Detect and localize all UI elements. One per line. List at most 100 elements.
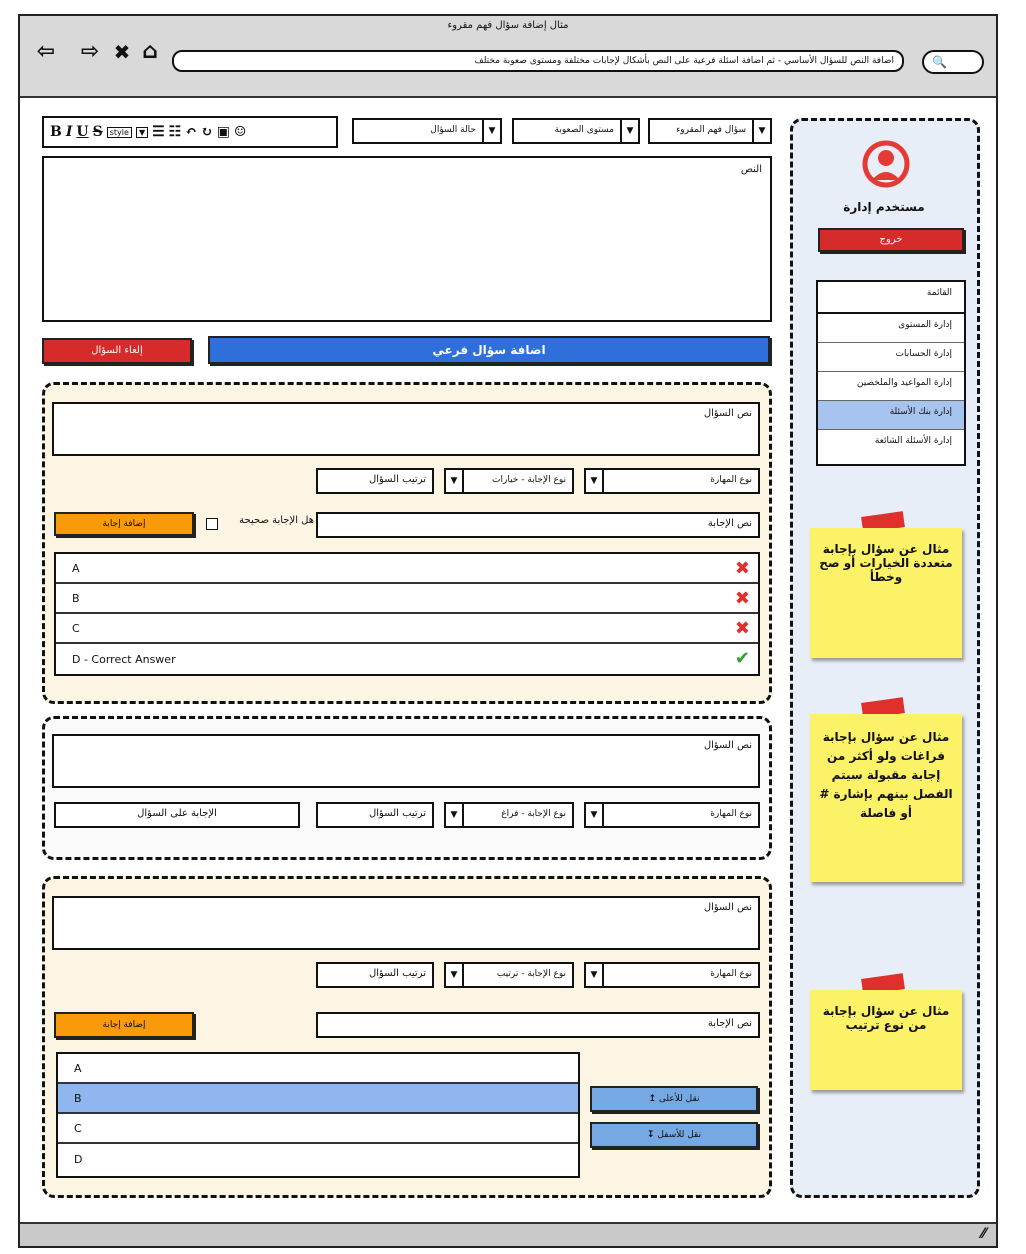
answer-type-value: نوع الإجابة - فراغ — [501, 809, 566, 819]
chevron-down-icon: ▼ — [446, 804, 464, 826]
is-correct-label: هل الإجابة صحيحة — [239, 515, 314, 526]
question-order-label: ترتيب السؤال — [368, 808, 426, 819]
home-icon[interactable]: ⌂ — [138, 40, 162, 64]
undo-icon[interactable]: ↶ — [185, 124, 197, 140]
skill-type-select[interactable]: ▼ نوع المهارة — [584, 468, 760, 494]
forward-icon[interactable]: ⇨ — [78, 40, 102, 64]
list-item[interactable]: D - Correct Answer ✔ — [56, 644, 758, 674]
window-title: مثال إضافة سؤال فهم مقروء — [447, 20, 569, 31]
question-state-value: حالة السؤال — [430, 125, 476, 135]
answer-label: C — [72, 621, 80, 635]
question-type-select[interactable]: سؤال فهم المقروء ▼ — [648, 118, 772, 144]
difficulty-value: مستوى الصعوبة — [554, 125, 615, 135]
move-down-button[interactable]: نقل للأسفل ↧ — [590, 1122, 758, 1148]
question-order-input[interactable]: ترتيب السؤال — [316, 962, 434, 988]
bullet-list-icon[interactable]: ☰ — [152, 124, 165, 140]
sidebar-item-levels[interactable]: إدارة المستوى — [818, 314, 964, 343]
answer-type-select[interactable]: ▼ نوع الإجابة - خيارات — [444, 468, 574, 494]
style-select[interactable]: style — [106, 126, 132, 138]
item-label: A — [74, 1061, 82, 1075]
address-bar[interactable]: اضافة النص للسؤال الأساسي - ثم اضافة اسئ… — [172, 50, 904, 72]
answer-text-input[interactable]: نص الإجابة — [316, 1012, 760, 1038]
underline-button[interactable]: U — [76, 124, 88, 140]
answer-text-input[interactable]: نص الإجابة — [316, 512, 760, 538]
answer-input-label: الإجابة على السؤال — [137, 808, 217, 819]
strikethrough-button[interactable]: S — [93, 124, 103, 140]
answer-type-select[interactable]: ▼ نوع الإجابة - ترتيب — [444, 962, 574, 988]
delete-icon[interactable]: ✖ — [735, 618, 750, 639]
close-icon[interactable]: ✖ — [110, 40, 134, 64]
back-icon[interactable]: ⇦ — [34, 40, 58, 64]
emoji-icon[interactable]: ☺ — [234, 124, 247, 140]
answer-label: D - Correct Answer — [72, 652, 176, 666]
list-item-selected[interactable]: B — [58, 1084, 578, 1114]
answer-label: B — [72, 591, 80, 605]
passage-textarea[interactable]: النص — [42, 156, 772, 322]
sidebar-item-question-bank[interactable]: إدارة بنك الأسئلة — [818, 401, 964, 430]
skill-type-value: نوع المهارة — [710, 809, 752, 819]
item-label: B — [74, 1091, 82, 1105]
chevron-down-icon: ▼ — [586, 804, 604, 826]
list-item[interactable]: A — [58, 1054, 578, 1084]
search-icon[interactable]: 🔍 — [922, 50, 984, 74]
arrow-up-icon: ↥ — [648, 1094, 656, 1104]
question-order-input[interactable]: ترتيب السؤال — [316, 468, 434, 494]
sidebar-item-accounts[interactable]: إدارة الحسابات — [818, 343, 964, 372]
add-answer-button[interactable]: إضافة إجابة — [54, 1012, 194, 1038]
skill-type-value: نوع المهارة — [710, 969, 752, 979]
answer-type-select[interactable]: ▼ نوع الإجابة - فراغ — [444, 802, 574, 828]
note-mcq: مثال عن سؤال بإجابة متعددة الخيارات أو ص… — [810, 528, 962, 658]
add-answer-button[interactable]: إضافة إجابة — [54, 512, 194, 536]
resize-grip-icon[interactable]: ⁄⁄ — [981, 1226, 986, 1242]
chevron-down-icon: ▼ — [446, 470, 464, 492]
correct-answer-checkbox[interactable] — [206, 518, 218, 530]
numbered-list-icon[interactable]: ☷ — [169, 124, 182, 140]
redo-icon[interactable]: ↻ — [201, 124, 213, 140]
note-blank: مثال عن سؤال بإجابة فراغات ولو أكثر من إ… — [810, 714, 962, 882]
delete-icon[interactable]: ✖ — [735, 558, 750, 579]
image-icon[interactable]: ▣ — [217, 124, 230, 140]
skill-type-select[interactable]: ▼ نوع المهارة — [584, 802, 760, 828]
answer-text-label: نص الإجابة — [707, 1018, 752, 1029]
skill-type-select[interactable]: ▼ نوع المهارة — [584, 962, 760, 988]
check-icon[interactable]: ✔ — [735, 648, 750, 669]
list-item[interactable]: A ✖ — [56, 554, 758, 584]
add-subquestion-button[interactable]: اضافة سؤال فرعي — [208, 336, 770, 364]
list-item[interactable]: B ✖ — [56, 584, 758, 614]
chevron-down-icon: ▼ — [620, 120, 638, 142]
arrow-down-icon: ↧ — [646, 1130, 655, 1140]
list-item[interactable]: C — [58, 1114, 578, 1144]
question-order-input[interactable]: ترتيب السؤال — [316, 802, 434, 828]
bold-button[interactable]: B — [50, 124, 62, 140]
question-text-label: نص السؤال — [703, 408, 752, 419]
move-up-button[interactable]: نقل للأعلى ↥ — [590, 1086, 758, 1112]
sidebar-item-appointments[interactable]: إدارة المواعيد والملخصين — [818, 372, 964, 401]
chevron-down-icon[interactable]: ▼ — [135, 126, 149, 138]
difficulty-select[interactable]: مستوى الصعوبة ▼ — [512, 118, 640, 144]
question-text-label: نص السؤال — [703, 902, 752, 913]
question-type-value: سؤال فهم المقروء — [676, 125, 746, 135]
list-item[interactable]: D — [58, 1144, 578, 1174]
move-up-label: نقل للأعلى — [658, 1094, 700, 1104]
italic-button[interactable]: I — [66, 124, 73, 140]
delete-icon[interactable]: ✖ — [735, 588, 750, 609]
sidebar-item-faq[interactable]: إدارة الأسئلة الشائعة — [818, 430, 964, 459]
chevron-down-icon: ▼ — [752, 120, 770, 142]
question-state-select[interactable]: حالة السؤال ▼ — [352, 118, 502, 144]
question-text-input[interactable]: نص السؤال — [52, 734, 760, 788]
answer-type-value: نوع الإجابة - خيارات — [492, 475, 566, 485]
user-name: مستخدم إدارة — [843, 200, 925, 214]
nav-menu: القائمة إدارة المستوى إدارة الحسابات إدا… — [816, 280, 966, 466]
question-text-label: نص السؤال — [703, 740, 752, 751]
item-label: C — [74, 1121, 82, 1135]
question-text-input[interactable]: نص السؤال — [52, 896, 760, 950]
rich-text-toolbar: B I U S style ▼ ☰ ☷ ↶ ↻ ▣ ☺ — [42, 116, 338, 148]
cancel-question-button[interactable]: إلغاء السؤال — [42, 338, 192, 364]
user-avatar-icon — [862, 140, 910, 188]
menu-title: القائمة — [818, 282, 964, 314]
answers-list: A ✖ B ✖ C ✖ D - Correct Answer ✔ — [54, 552, 760, 676]
logout-button[interactable]: خروج — [818, 228, 964, 252]
question-text-input[interactable]: نص السؤال — [52, 402, 760, 456]
answer-input[interactable]: الإجابة على السؤال — [54, 802, 300, 828]
list-item[interactable]: C ✖ — [56, 614, 758, 644]
